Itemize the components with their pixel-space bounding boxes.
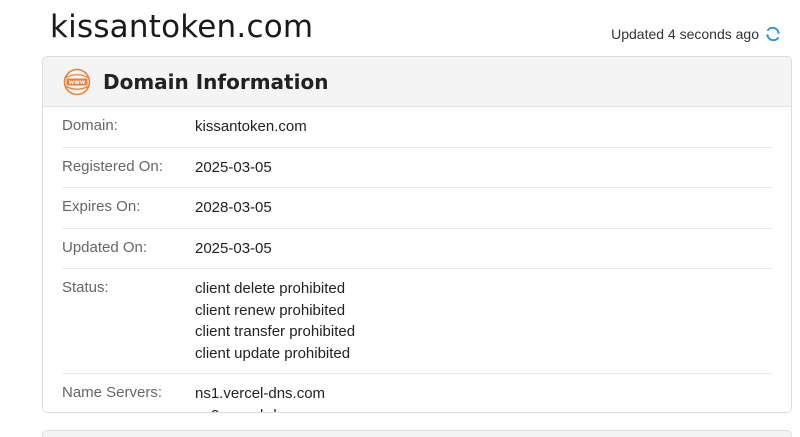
card-title: Domain Information [103, 69, 329, 94]
domain-info-card: www Domain Information Domain: kissantok… [42, 56, 792, 413]
value-line: kissantoken.com [195, 118, 307, 135]
svg-text:www: www [69, 79, 86, 86]
row-value: 2025-03-05 [195, 238, 272, 260]
row-label: Expires On: [62, 198, 141, 215]
row-value: client delete prohibited client renew pr… [195, 278, 355, 364]
updated-text: Updated 4 seconds ago [611, 26, 759, 42]
row-expires-on: Expires On: 2028-03-05 [62, 188, 772, 229]
row-name-servers: Name Servers: ns1.vercel-dns.com ns2.ver… [62, 374, 772, 413]
row-label: Updated On: [62, 238, 148, 256]
www-globe-icon: www [63, 68, 91, 96]
value-line: 2028-03-05 [195, 199, 272, 216]
row-label: Registered On: [62, 157, 163, 175]
row-value: 2028-03-05 [195, 197, 272, 219]
row-label: Domain: [62, 117, 118, 134]
value-line: client renew prohibited [195, 301, 346, 319]
value-line: 2025-03-05 [195, 239, 272, 257]
page-header: kissantoken.com Updated 4 seconds ago [0, 0, 800, 56]
card-header: www Domain Information [43, 57, 791, 107]
row-label: Name Servers: [62, 384, 163, 401]
value-line: client transfer prohibited [195, 323, 356, 340]
row-value: kissantoken.com [195, 116, 307, 138]
value-line: ns1.vercel-dns.com [195, 385, 326, 402]
page-title: kissantoken.com [50, 9, 314, 45]
domain-info-table: Domain: kissantoken.com Registered On: 2… [62, 107, 772, 413]
row-domain: Domain: kissantoken.com [62, 107, 772, 148]
value-line: 2025-03-05 [195, 158, 272, 176]
row-value: ns1.vercel-dns.com ns2.vercel-dns.com [195, 383, 326, 413]
row-value: 2025-03-05 [195, 157, 272, 179]
row-label: Status: [62, 279, 109, 296]
next-card-header [42, 430, 792, 437]
value-line: client delete prohibited [195, 280, 346, 297]
value-line: ns2.vercel-dns.com [195, 405, 325, 413]
row-status: Status: client delete prohibited client … [62, 269, 772, 374]
row-registered-on: Registered On: 2025-03-05 [62, 148, 772, 188]
value-line: client update prohibited [195, 344, 351, 362]
refresh-icon[interactable] [764, 25, 782, 43]
row-updated-on: Updated On: 2025-03-05 [62, 229, 772, 269]
updated-status: Updated 4 seconds ago [611, 25, 782, 43]
